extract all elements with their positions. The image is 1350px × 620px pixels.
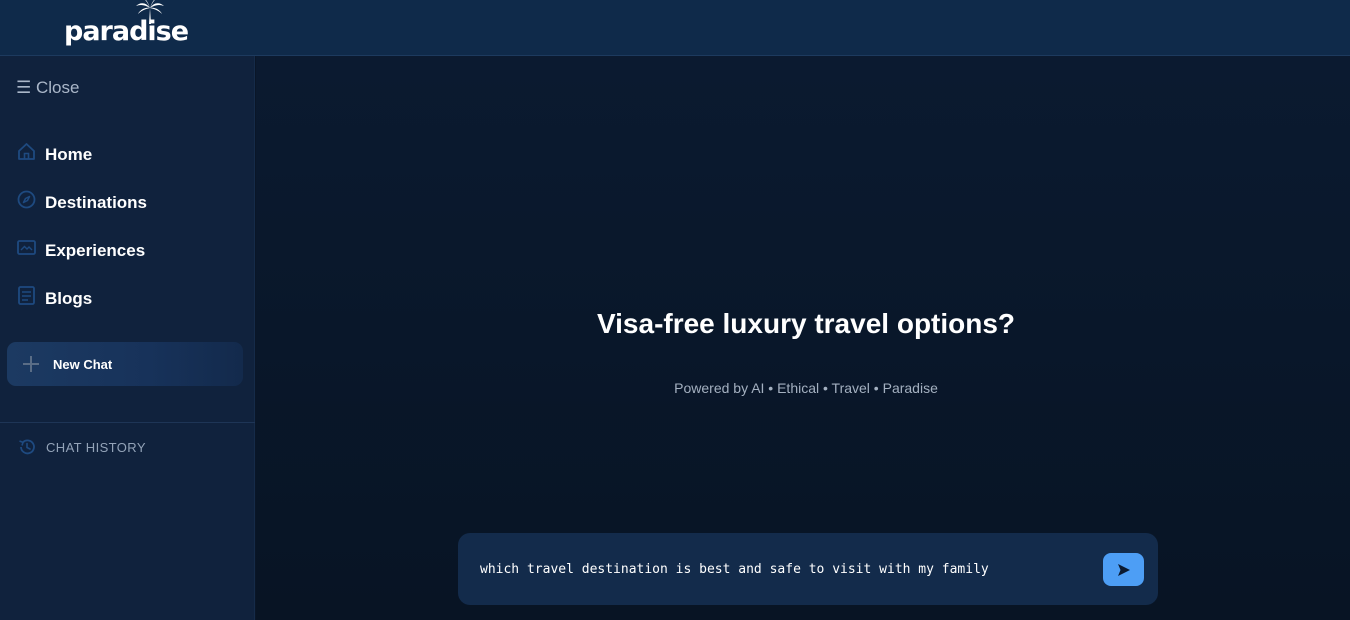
nav-label-experiences: Experiences (45, 241, 146, 260)
chat-history-label: CHAT HISTORY (46, 439, 146, 455)
nav-item-blogs[interactable]: Blogs (16, 284, 246, 314)
nav-label-home: Home (45, 145, 93, 164)
new-chat-button[interactable]: New Chat (7, 342, 243, 386)
chat-input-container (458, 533, 1158, 605)
history-icon (19, 439, 35, 455)
nav-item-destinations[interactable]: Destinations (16, 188, 246, 218)
nav-item-experiences[interactable]: Experiences (16, 236, 246, 266)
page-title: Visa-free luxury travel options? (596, 308, 1016, 339)
send-button[interactable] (1103, 553, 1144, 586)
plus-icon (23, 356, 39, 372)
compass-icon (17, 190, 36, 208)
new-chat-label: New Chat (53, 356, 113, 372)
nav-label-destinations: Destinations (45, 193, 148, 212)
logo-text: paradise (64, 16, 189, 47)
chat-history-header[interactable]: CHAT HISTORY (17, 437, 146, 457)
tagline: Powered by AI • Ethical • Travel • Parad… (674, 380, 938, 396)
nav-label-blogs: Blogs (45, 289, 93, 308)
close-sidebar-button[interactable]: ☰ Close (16, 78, 79, 98)
chat-input[interactable] (480, 557, 1100, 581)
sidebar-divider (0, 422, 255, 423)
home-icon (18, 142, 35, 160)
main-content: Visa-free luxury travel options? Powered… (256, 56, 1350, 620)
sidebar: ☰ Close Home Destinations Experiences Bl… (0, 56, 255, 620)
close-label: ☰ Close (16, 78, 80, 97)
send-icon (1117, 563, 1130, 576)
book-icon (18, 285, 35, 305)
paradise-logo[interactable]: paradise (64, 0, 189, 52)
gallery-icon (17, 239, 36, 255)
nav-item-home[interactable]: Home (16, 140, 246, 170)
top-header: paradise (0, 0, 1350, 56)
palm-tree-icon (136, 0, 164, 24)
